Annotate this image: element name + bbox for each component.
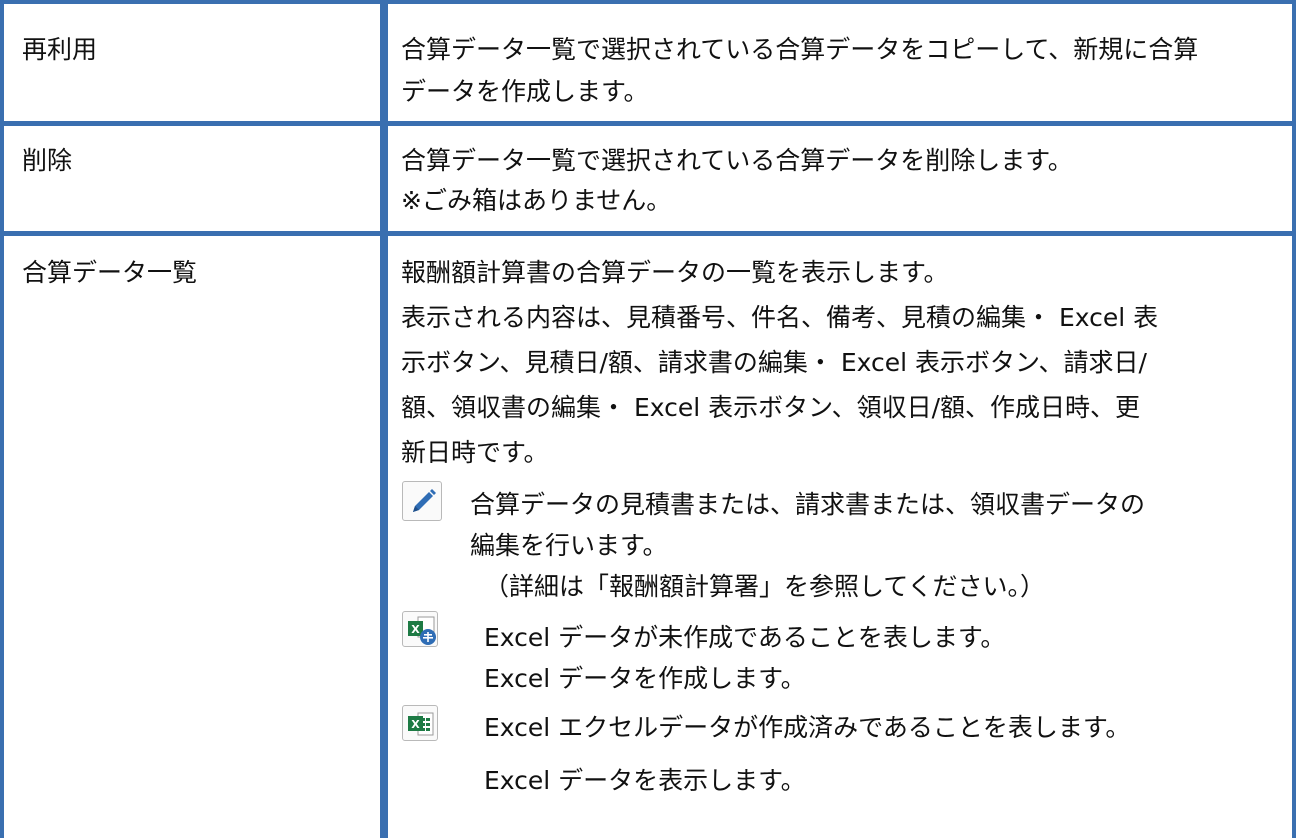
svg-text:X: X — [411, 718, 420, 731]
excel-not-created-desc-line-2: Excel データを作成します。 — [484, 664, 806, 693]
term-combined-list: 合算データ一覧 — [22, 258, 198, 287]
desc-reuse-line-1: 合算データ一覧で選択されている合算データをコピーして、新規に合算 — [401, 35, 1199, 64]
svg-text:X: X — [411, 623, 420, 636]
desc-delete-line-2: ※ごみ箱はありません。 — [401, 186, 672, 215]
edit-icon-desc-line-1: 合算データの見積書または、請求書または、領収書データの — [470, 490, 1146, 519]
excel-not-created-desc-line-1: Excel データが未作成であることを表します。 — [484, 623, 1006, 652]
row-divider-2 — [0, 231, 1296, 236]
desc-delete-line-1: 合算データ一覧で選択されている合算データを削除します。 — [401, 146, 1073, 175]
excel-created-desc-line-2: Excel データを表示します。 — [484, 766, 806, 795]
excel-created-icon: X — [402, 705, 438, 741]
edit-icon-desc-line-2: 編集を行います。 — [470, 531, 668, 560]
desc-reuse-line-2: データを作成します。 — [401, 77, 649, 106]
row-divider-1 — [0, 121, 1296, 126]
pencil-edit-icon — [402, 481, 442, 521]
term-delete: 削除 — [22, 146, 73, 175]
term-reuse: 再利用 — [22, 35, 98, 64]
definition-table: 再利用 合算データ一覧で選択されている合算データをコピーして、新規に合算 データ… — [0, 0, 1296, 838]
desc-list-line-4: 額、領収書の編集・ Excel 表示ボタン、領収日/額、作成日時、更 — [401, 393, 1141, 422]
edit-icon-desc-line-3: （詳細は「報酬額計算署」を参照してください。） — [484, 572, 1046, 601]
desc-list-line-2: 表示される内容は、見積番号、件名、備考、見積の編集・ Excel 表 — [401, 303, 1159, 332]
table-border-top — [0, 0, 1296, 4]
desc-list-line-1: 報酬額計算書の合算データの一覧を表示します。 — [401, 258, 949, 287]
excel-not-created-icon: X — [402, 611, 438, 647]
desc-list-line-5: 新日時です。 — [401, 438, 549, 467]
excel-created-desc-line-1: Excel エクセルデータが作成済みであることを表します。 — [484, 713, 1131, 742]
desc-list-line-3: 示ボタン、見積日/額、請求書の編集・ Excel 表示ボタン、請求日/ — [401, 348, 1147, 377]
